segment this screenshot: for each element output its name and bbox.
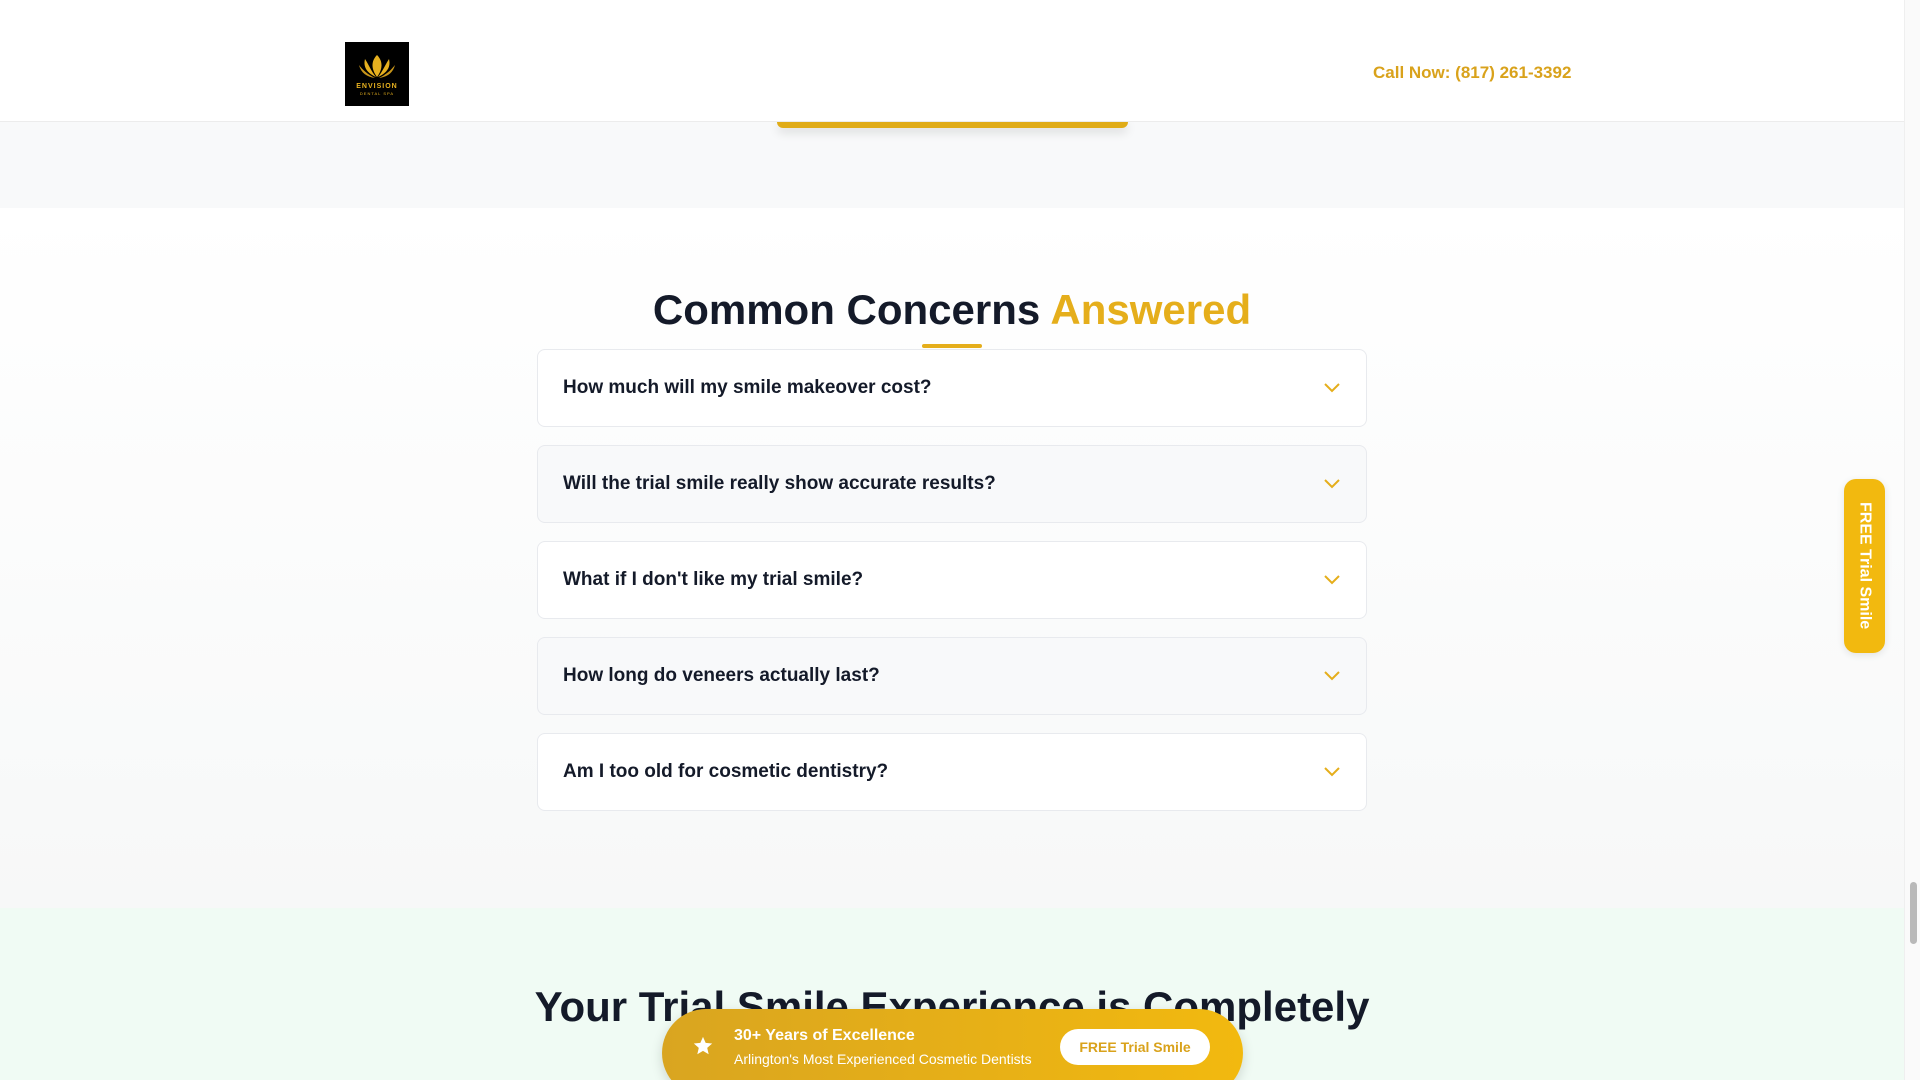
- site-header: ENVISION DENTAL SPA Call Now: (817) 261-…: [0, 0, 1904, 122]
- faq-question: Will the trial smile really show accurat…: [563, 473, 996, 494]
- faq-title: Common Concerns Answered: [0, 286, 1904, 334]
- faq-question: What if I don't like my trial smile?: [563, 569, 864, 590]
- chevron-down-icon[interactable]: [1323, 574, 1341, 586]
- floating-cta-bar: 30+ Years of Excellence Arlington's Most…: [662, 1009, 1243, 1080]
- faq-section: Common Concerns Answered How much will m…: [0, 208, 1904, 908]
- chevron-down-icon[interactable]: [1323, 766, 1341, 778]
- page-scrollbar[interactable]: [1904, 0, 1920, 1080]
- logo-tagline: DENTAL SPA: [359, 90, 395, 96]
- faq-question: How much will my smile makeover cost?: [563, 377, 932, 398]
- faq-item[interactable]: How long do veneers actually last?: [537, 637, 1367, 715]
- lotus-logo-icon: [359, 54, 395, 78]
- faq-title-accent: Answered: [1050, 286, 1252, 333]
- logo-wordmark: ENVISION: [356, 82, 398, 90]
- envision-logo[interactable]: ENVISION DENTAL SPA: [345, 42, 409, 106]
- faq-question: Am I too old for cosmetic dentistry?: [563, 761, 889, 782]
- call-now-link[interactable]: Call Now: (817) 261-3392: [1373, 63, 1571, 83]
- faq-item[interactable]: How much will my smile makeover cost?: [537, 349, 1367, 427]
- chevron-down-icon[interactable]: [1323, 478, 1341, 490]
- free-trial-smile-button[interactable]: FREE Trial Smile: [1060, 1029, 1210, 1065]
- faq-item[interactable]: Am I too old for cosmetic dentistry?: [537, 733, 1367, 811]
- title-underline: [922, 344, 982, 348]
- star-icon: [692, 1035, 714, 1057]
- cta-button-bottom-edge[interactable]: [777, 122, 1128, 128]
- chevron-down-icon[interactable]: [1323, 670, 1341, 682]
- faq-title-main: Common Concerns: [652, 286, 1041, 333]
- floating-bar-headline: 30+ Years of Excellence: [734, 1027, 915, 1044]
- faq-question: How long do veneers actually last?: [563, 665, 880, 686]
- side-tab-label: FREE Trial Smile: [1856, 502, 1874, 630]
- faq-item[interactable]: What if I don't like my trial smile?: [537, 541, 1367, 619]
- side-free-trial-tab[interactable]: FREE Trial Smile: [1844, 479, 1885, 653]
- scrollbar-thumb[interactable]: [1910, 882, 1917, 944]
- previous-section: [0, 122, 1904, 208]
- chevron-down-icon[interactable]: [1323, 382, 1341, 394]
- faq-item[interactable]: Will the trial smile really show accurat…: [537, 445, 1367, 523]
- floating-bar-subline: Arlington's Most Experienced Cosmetic De…: [734, 1051, 1032, 1067]
